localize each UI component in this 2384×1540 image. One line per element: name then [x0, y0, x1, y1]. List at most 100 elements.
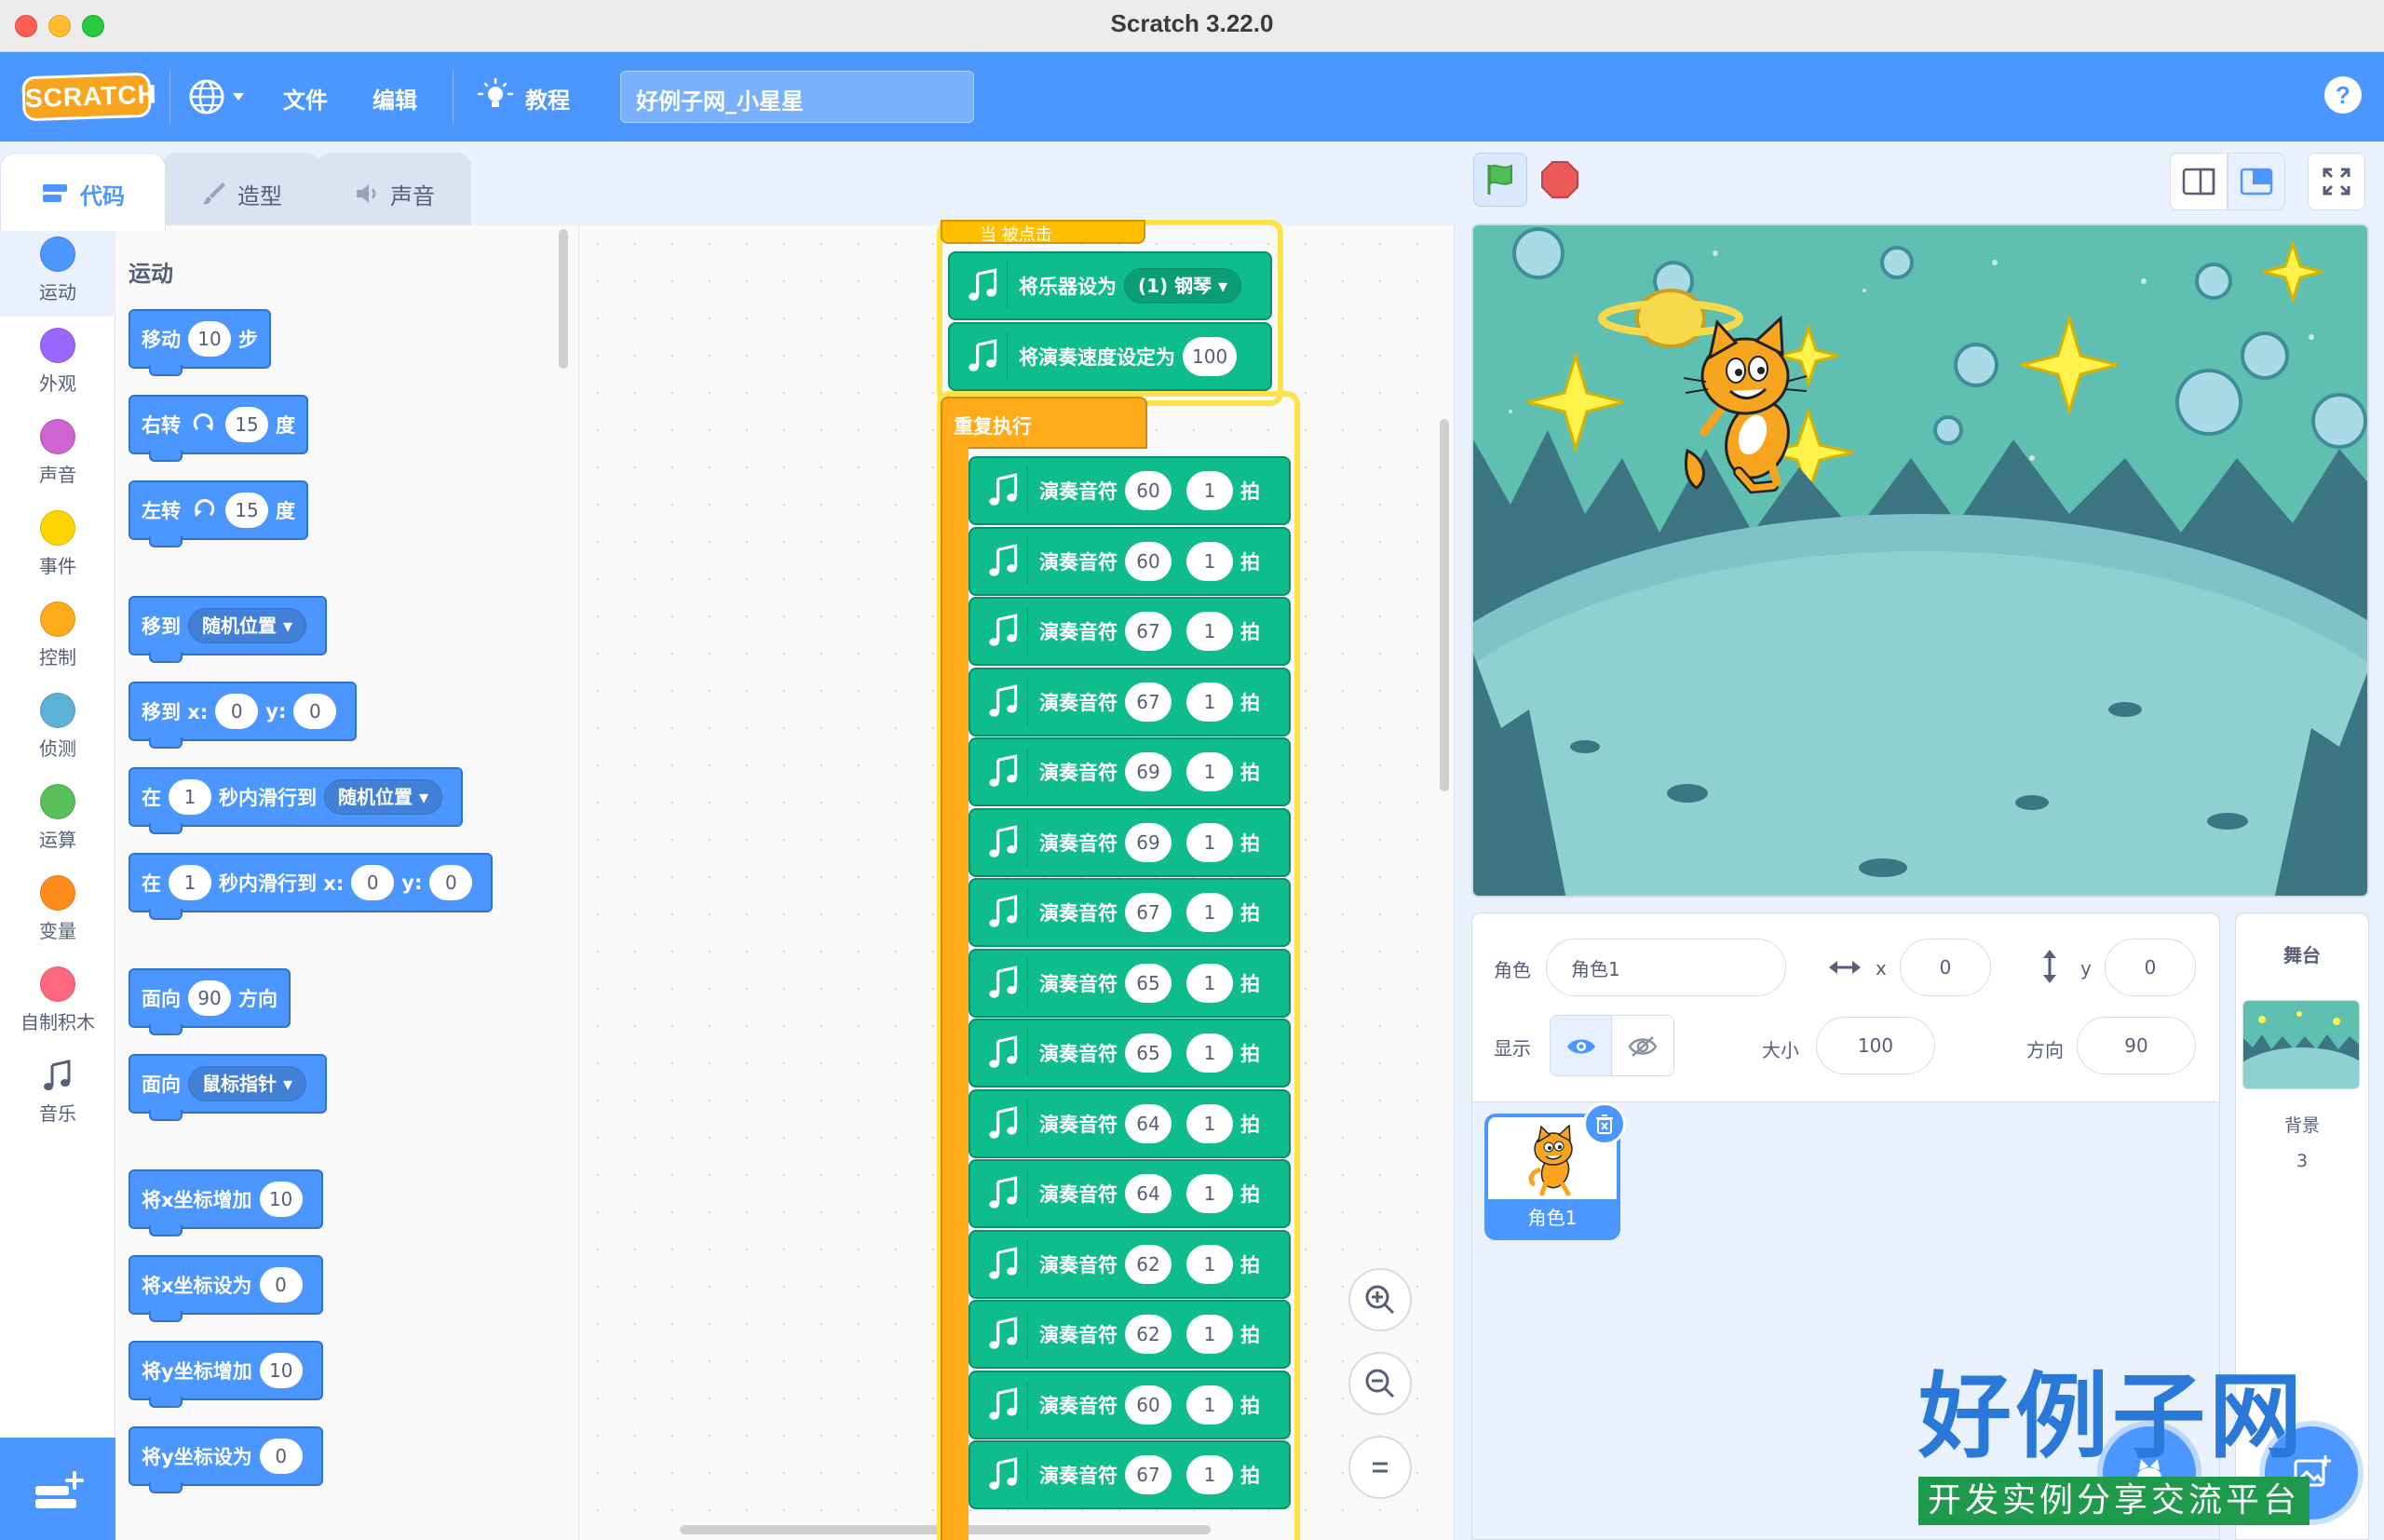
- beats-input[interactable]: 1: [1186, 822, 1233, 862]
- beats-input[interactable]: 1: [1186, 1315, 1233, 1354]
- note-input[interactable]: 60: [1125, 541, 1172, 581]
- block-set-y[interactable]: 将y坐标设为 0: [129, 1426, 323, 1493]
- project-title-input[interactable]: 好例子网_小星星: [620, 71, 974, 123]
- file-menu[interactable]: 文件: [283, 82, 328, 115]
- block-goto[interactable]: 移到 随机位置: [129, 596, 328, 663]
- beats-input[interactable]: 1: [1186, 893, 1233, 932]
- block-move-steps[interactable]: 移动 10 步: [129, 309, 271, 376]
- category-my-blocks[interactable]: 自制积木: [0, 955, 115, 1047]
- direction-input[interactable]: 90: [2077, 1017, 2196, 1074]
- note-input[interactable]: 65: [1125, 963, 1172, 1003]
- edit-menu[interactable]: 编辑: [372, 82, 417, 115]
- beats-input[interactable]: 1: [1186, 682, 1233, 722]
- zoom-out-button[interactable]: [1348, 1352, 1412, 1415]
- note-input[interactable]: 62: [1125, 1315, 1172, 1354]
- zoom-in-button[interactable]: [1348, 1268, 1412, 1331]
- palette-scrollbar[interactable]: [559, 229, 568, 369]
- block-glide-to[interactable]: 在 1 秒内滑行到 随机位置: [129, 767, 464, 834]
- hide-sprite-button[interactable]: [1612, 1016, 1673, 1075]
- show-sprite-button[interactable]: [1551, 1016, 1612, 1075]
- tab-costumes[interactable]: 造型: [162, 153, 320, 227]
- size-input[interactable]: 100: [1816, 1017, 1935, 1074]
- block-play-note[interactable]: 演奏音符 67 1 拍: [968, 1440, 1291, 1509]
- note-input[interactable]: 67: [1125, 612, 1172, 651]
- category-control[interactable]: 控制: [0, 590, 115, 682]
- note-input[interactable]: 60: [1125, 1385, 1172, 1425]
- block-play-note[interactable]: 演奏音符 64 1 拍: [968, 1088, 1291, 1158]
- beats-input[interactable]: 1: [1186, 471, 1233, 510]
- note-input[interactable]: 64: [1125, 1174, 1172, 1213]
- block-input[interactable]: 1: [169, 779, 211, 815]
- note-input[interactable]: 67: [1125, 893, 1172, 932]
- block-play-note[interactable]: 演奏音符 69 1 拍: [968, 807, 1291, 877]
- block-input[interactable]: 0: [351, 865, 395, 900]
- small-stage-button[interactable]: [2170, 153, 2228, 210]
- block-play-note[interactable]: 演奏音符 67 1 拍: [968, 667, 1291, 736]
- block-play-note[interactable]: 演奏音符 65 1 拍: [968, 948, 1291, 1018]
- beats-input[interactable]: 1: [1186, 1455, 1233, 1494]
- scratch-logo[interactable]: SCRATCH: [21, 72, 157, 122]
- beats-input[interactable]: 1: [1186, 1174, 1233, 1213]
- zoom-reset-button[interactable]: [1348, 1436, 1412, 1499]
- beats-input[interactable]: 1: [1186, 963, 1233, 1003]
- stage-canvas[interactable]: [1471, 223, 2369, 898]
- category-sound[interactable]: 声音: [0, 408, 115, 499]
- block-glide-xy[interactable]: 在 1 秒内滑行到 x: 0 y: 0: [129, 853, 494, 920]
- beats-input[interactable]: 1: [1186, 612, 1233, 651]
- tutorials-menu[interactable]: 教程: [477, 77, 570, 115]
- category-looks[interactable]: 外观: [0, 317, 115, 408]
- block-change-x[interactable]: 将x坐标增加 10: [129, 1169, 323, 1236]
- block-set-instrument[interactable]: 将乐器设为 (1) 钢琴: [948, 251, 1272, 320]
- tab-code[interactable]: 代码: [0, 153, 166, 231]
- block-play-note[interactable]: 演奏音符 60 1 拍: [968, 526, 1291, 596]
- note-input[interactable]: 64: [1125, 1103, 1172, 1143]
- block-play-note[interactable]: 演奏音符 60 1 拍: [968, 456, 1291, 525]
- block-input[interactable]: 0: [215, 694, 259, 729]
- note-input[interactable]: 62: [1125, 1244, 1172, 1284]
- block-input[interactable]: 15: [225, 493, 268, 528]
- block-forever[interactable]: 重复执行: [941, 397, 1147, 449]
- fullscreen-button[interactable]: [2308, 153, 2365, 210]
- large-stage-button[interactable]: [2228, 153, 2285, 210]
- sprite-name-input[interactable]: 角色1: [1546, 939, 1786, 996]
- add-extension-button[interactable]: [0, 1438, 115, 1540]
- note-input[interactable]: 69: [1125, 752, 1172, 791]
- stage-thumbnail[interactable]: [2242, 1000, 2360, 1089]
- category-sensing[interactable]: 侦测: [0, 682, 115, 773]
- block-goto-xy[interactable]: 移到 x: 0 y: 0: [129, 682, 358, 749]
- block-turn-left[interactable]: 左转 15 度: [129, 480, 308, 547]
- tempo-input[interactable]: 100: [1183, 337, 1238, 376]
- green-flag-button[interactable]: [1473, 153, 1527, 207]
- language-menu-button[interactable]: [186, 76, 255, 117]
- block-set-tempo[interactable]: 将演奏速度设定为 100: [948, 322, 1272, 391]
- category-music[interactable]: 音乐: [0, 1047, 115, 1138]
- tab-sounds[interactable]: 声音: [317, 153, 471, 227]
- block-set-x[interactable]: 将x坐标设为 0: [129, 1255, 323, 1322]
- beats-input[interactable]: 1: [1186, 1385, 1233, 1425]
- block-dropdown[interactable]: 鼠标指针: [188, 1066, 307, 1101]
- beats-input[interactable]: 1: [1186, 541, 1233, 581]
- block-play-note[interactable]: 演奏音符 64 1 拍: [968, 1159, 1291, 1228]
- delete-sprite-button[interactable]: [1583, 1102, 1626, 1145]
- category-variables[interactable]: 变量: [0, 864, 115, 955]
- block-point-direction[interactable]: 面向 90 方向: [129, 968, 291, 1035]
- block-point-towards[interactable]: 面向 鼠标指针: [129, 1054, 328, 1121]
- block-input[interactable]: 10: [259, 1353, 303, 1388]
- category-events[interactable]: 事件: [0, 499, 115, 590]
- category-operators[interactable]: 运算: [0, 773, 115, 864]
- x-position-input[interactable]: 0: [1900, 939, 1991, 996]
- note-input[interactable]: 67: [1125, 682, 1172, 722]
- note-input[interactable]: 60: [1125, 471, 1172, 510]
- block-turn-right[interactable]: 右转 15 度: [129, 395, 308, 462]
- block-dropdown[interactable]: 随机位置: [188, 608, 307, 643]
- block-input[interactable]: 1: [169, 865, 211, 900]
- category-motion[interactable]: 运动: [0, 225, 115, 317]
- block-play-note[interactable]: 演奏音符 62 1 拍: [968, 1229, 1291, 1299]
- help-button[interactable]: ?: [2324, 76, 2362, 114]
- y-position-input[interactable]: 0: [2105, 939, 2196, 996]
- block-input[interactable]: 15: [225, 407, 268, 442]
- block-input[interactable]: 90: [188, 980, 231, 1016]
- block-input[interactable]: 0: [259, 1267, 303, 1303]
- workspace-vertical-scrollbar[interactable]: [1440, 419, 1449, 791]
- stop-button[interactable]: [1533, 153, 1587, 207]
